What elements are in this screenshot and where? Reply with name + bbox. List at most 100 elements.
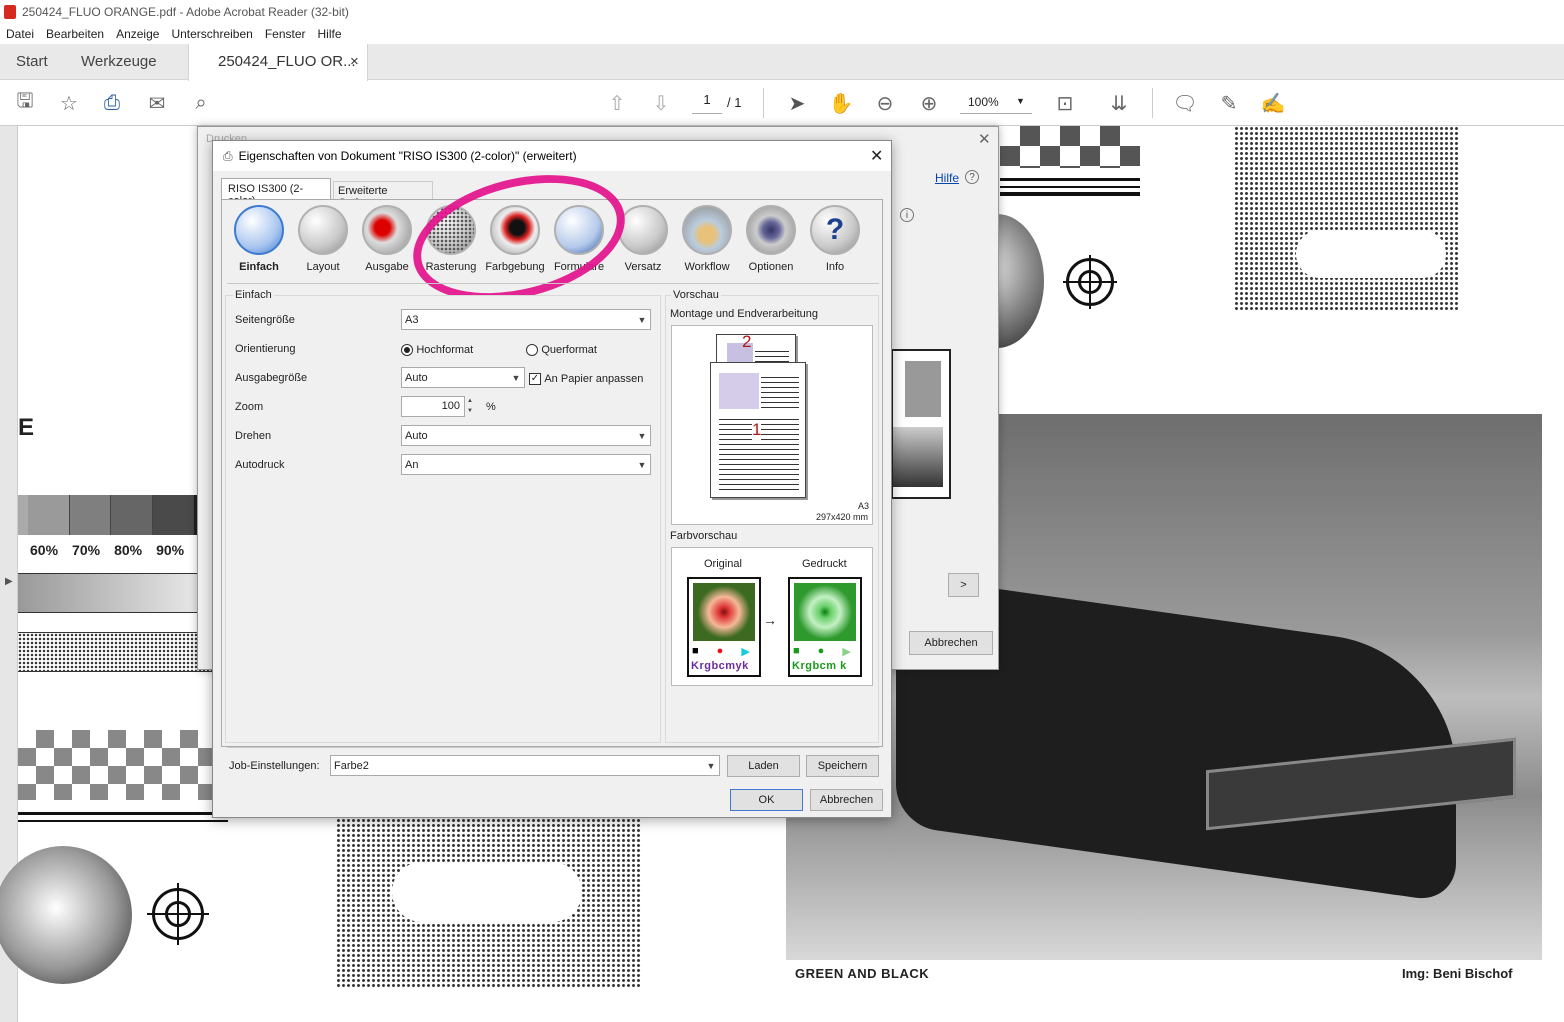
icon-info[interactable]: ? Info: [803, 205, 867, 273]
drehen-value: Auto: [405, 429, 428, 442]
workflow-icon: [682, 205, 732, 255]
print-cancel-button[interactable]: Abbrechen: [909, 631, 993, 655]
rule-line: [18, 812, 228, 815]
ok-button[interactable]: OK: [730, 789, 803, 811]
close-icon[interactable]: ✕: [978, 130, 991, 148]
percent-label: 90%: [156, 542, 185, 558]
fit-to-paper-checkbox[interactable]: ✓ An Papier anpassen: [529, 371, 643, 385]
tab-tools[interactable]: Werkzeuge: [81, 53, 157, 70]
zoom-input[interactable]: 100: [401, 396, 465, 417]
paper-dims-label: 297x420 mm: [816, 512, 869, 522]
hand-tool-icon[interactable]: ✋: [828, 90, 854, 116]
icon-label: Optionen: [748, 261, 794, 273]
radio-unchecked: [526, 343, 538, 356]
page-1-number: 1: [752, 420, 762, 440]
menu-unterschreiben[interactable]: Unterschreiben: [165, 27, 258, 41]
print-icon[interactable]: ⎙: [99, 90, 125, 116]
page-up-icon[interactable]: ⇧: [604, 90, 630, 116]
menu-hilfe[interactable]: Hilfe: [312, 27, 348, 41]
icon-label: Workflow: [684, 261, 730, 273]
scroll-mode-icon[interactable]: ⇊: [1106, 90, 1132, 116]
zoom-unit: %: [486, 401, 496, 413]
save-settings-button[interactable]: Speichern: [806, 755, 879, 777]
menu-fenster[interactable]: Fenster: [259, 27, 312, 41]
menu-datei[interactable]: Datei: [0, 27, 40, 41]
fit-page-icon[interactable]: ⊡: [1052, 90, 1078, 116]
cancel-button[interactable]: Abbrechen: [810, 789, 883, 811]
halftone-shape-right: [1234, 126, 1458, 310]
zoom-select[interactable]: 100% ▼: [960, 92, 1032, 114]
menu-anzeige[interactable]: Anzeige: [110, 27, 165, 41]
close-icon[interactable]: ✕: [870, 146, 883, 166]
chevron-down-icon: ▼: [511, 372, 521, 383]
sign-icon[interactable]: ✍: [1260, 90, 1286, 116]
toolbar-divider: [763, 88, 764, 118]
autodruck-select[interactable]: An ▼: [401, 454, 651, 475]
page-down-icon[interactable]: ⇩: [648, 90, 674, 116]
page-total: / 1: [727, 95, 742, 110]
icon-ausgabe[interactable]: Ausgabe: [355, 205, 419, 273]
seitengroesse-label: Seitengröße: [235, 314, 295, 326]
tab-start[interactable]: Start: [16, 53, 48, 70]
orientierung-label: Orientierung: [235, 343, 296, 355]
icon-optionen[interactable]: Optionen: [739, 205, 803, 273]
help-link[interactable]: Hilfe: [935, 171, 959, 185]
querformat-radio[interactable]: Querformat: [526, 342, 597, 356]
checker-pattern: [18, 730, 214, 800]
percent-labels: 60% 70% 80% 90% 1(: [30, 542, 211, 558]
icon-workflow[interactable]: Workflow: [675, 205, 739, 273]
highlight-pen-icon[interactable]: ✎: [1216, 90, 1242, 116]
window-titlebar: 250424_FLUO ORANGE.pdf - Adobe Acrobat R…: [0, 0, 1564, 24]
info-icon[interactable]: i: [900, 208, 914, 222]
search-icon[interactable]: ⌕: [188, 90, 214, 116]
bookmark-star-icon[interactable]: ☆: [56, 90, 82, 116]
percent-label: 80%: [114, 542, 143, 558]
next-page-button[interactable]: >: [948, 573, 979, 597]
zoom-out-icon[interactable]: ⊖: [872, 90, 898, 116]
email-icon[interactable]: ✉: [144, 90, 170, 116]
options-icon: [746, 205, 796, 255]
gradient-sphere: [0, 846, 132, 984]
tab-document[interactable]: 250424_FLUO OR... ×: [188, 44, 368, 81]
menu-bearbeiten[interactable]: Bearbeiten: [40, 27, 110, 41]
comment-icon[interactable]: 🗨: [1172, 90, 1198, 116]
zoom-in-icon[interactable]: ⊕: [916, 90, 942, 116]
rule-line: [1000, 192, 1140, 196]
drehen-select[interactable]: Auto ▼: [401, 425, 651, 446]
einfach-group: [225, 295, 661, 743]
icon-label: Einfach: [239, 261, 279, 273]
expand-panel-icon[interactable]: ▶: [5, 576, 13, 587]
paper-size-label: A3: [858, 501, 870, 511]
tab-riso[interactable]: RISO IS300 (2-color): [221, 178, 331, 207]
ausgabegroesse-select[interactable]: Auto ▼: [401, 367, 525, 388]
hochformat-radio[interactable]: Hochformat: [401, 342, 473, 356]
help-icon[interactable]: ?: [965, 170, 979, 184]
print-cancel-label: Abbrechen: [909, 631, 993, 655]
icon-layout[interactable]: Layout: [291, 205, 355, 273]
select-arrow-icon[interactable]: ➤: [784, 90, 810, 116]
separator: [227, 283, 879, 284]
montage-label: Montage und Endverarbeitung: [670, 308, 818, 320]
checkmark-icon: ✓: [529, 372, 541, 385]
printer-icon: ⎙: [223, 148, 233, 163]
seitengroesse-select[interactable]: A3 ▼: [401, 309, 651, 330]
autodruck-value: An: [405, 458, 419, 471]
icon-label: Layout: [306, 261, 340, 273]
next-page-label: >: [948, 573, 979, 597]
hochformat-label: Hochformat: [416, 344, 474, 356]
halftone-bar: [18, 632, 214, 672]
job-settings-value: Farbe2: [334, 759, 369, 772]
load-button[interactable]: Laden: [727, 755, 800, 777]
autodruck-label: Autodruck: [235, 459, 285, 471]
tab-erweiterte-optionen[interactable]: Erweiterte Optionen: [333, 181, 433, 209]
job-settings-select[interactable]: Farbe2 ▼: [330, 755, 720, 776]
icon-einfach[interactable]: Einfach: [227, 205, 291, 273]
halftone-cutout: [1296, 230, 1446, 278]
info-icon: ?: [810, 205, 860, 255]
save-icon[interactable]: 🖫: [12, 90, 38, 116]
halftone-cutout: [392, 862, 582, 922]
checker-pattern-top: [1000, 126, 1140, 168]
page-number-input[interactable]: 1: [692, 92, 722, 114]
tab-close-icon[interactable]: ×: [350, 53, 359, 70]
zoom-spinner[interactable]: ▲ ▼: [467, 396, 479, 417]
